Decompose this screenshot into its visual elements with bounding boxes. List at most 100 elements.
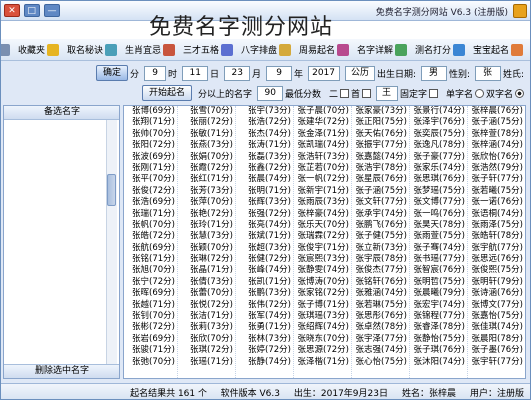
name-result-item[interactable]: 张瑞(71分) [123, 209, 177, 220]
name-result-item[interactable]: 张倩(73分) [178, 277, 235, 288]
name-result-item[interactable]: 张晨曦(79分) [410, 288, 467, 299]
name-result-item[interactable]: 张星辰(76分) [352, 174, 409, 185]
name-result-item[interactable]: 张宇泽(77分) [352, 334, 409, 345]
minute-select[interactable]: 9 [143, 65, 166, 81]
name-result-item[interactable]: 张伟(72分) [236, 300, 293, 311]
year-select[interactable]: 2017 [307, 65, 340, 81]
name-result-item[interactable]: 张宇轩(77分) [468, 357, 525, 368]
name-result-item[interactable]: 张健(72分) [236, 254, 293, 265]
name-result-item[interactable]: 张瑞霖(72分) [294, 231, 351, 242]
name-result-item[interactable]: 张卓然(78分) [352, 322, 409, 333]
name-result-item[interactable]: 张斌(71分) [236, 231, 293, 242]
month-select[interactable]: 9 [265, 65, 292, 81]
name-result-item[interactable]: 张磊(73分) [236, 152, 293, 163]
name-result-item[interactable]: 张乐天(70分) [294, 220, 351, 231]
name-result-item[interactable]: 张艳(72分) [178, 209, 235, 220]
name-result-item[interactable]: 张鹏飞(76分) [352, 220, 409, 231]
name-result-item[interactable]: 张雅涵(74分) [352, 288, 409, 299]
name-result-item[interactable]: 张浩轩(73分) [294, 152, 351, 163]
name-result-item[interactable]: 张俊杰(77分) [352, 265, 409, 276]
fixed-char-input[interactable]: 王 [375, 85, 398, 101]
calendar-type-select[interactable]: 公历 [344, 65, 375, 81]
name-result-item[interactable]: 张子涵(75分) [352, 186, 409, 197]
name-result-item[interactable]: 张金泽(71分) [294, 129, 351, 140]
name-result-item[interactable]: 张梓豪(74分) [294, 209, 351, 220]
name-result-item[interactable]: 张欣(70分) [178, 334, 235, 345]
name-result-item[interactable]: 张皓轩(78分) [468, 231, 525, 242]
name-result-item[interactable]: 张梓萱(78分) [468, 129, 525, 140]
name-result-item[interactable]: 张一帆(72分) [294, 174, 351, 185]
fixed-char-checkbox[interactable] [428, 88, 438, 98]
name-result-item[interactable]: 张立新(73分) [352, 243, 409, 254]
name-result-item[interactable]: 张一鸣(76分) [410, 209, 467, 220]
name-result-item[interactable]: 张帆(70分) [123, 220, 177, 231]
name-result-item[interactable]: 张心怡(75分) [352, 357, 409, 368]
name-result-item[interactable]: 张雨萱(75分) [410, 231, 467, 242]
name-result-item[interactable]: 张家铭(72分) [294, 288, 351, 299]
toolbar-button-9[interactable]: 在线帮助 [0, 41, 13, 59]
name-result-item[interactable]: 张静雯(74分) [294, 265, 351, 276]
name-result-item[interactable]: 张绍辉(74分) [294, 322, 351, 333]
name-result-item[interactable]: 张浩(72分) [236, 117, 293, 128]
name-result-item[interactable]: 张诗涵(76分) [468, 288, 525, 299]
name-result-item[interactable]: 张博文(77分) [468, 300, 525, 311]
name-result-item[interactable]: 张天佑(76分) [352, 129, 409, 140]
name-result-item[interactable]: 张凯(71分) [236, 277, 293, 288]
name-result-item[interactable]: 张辉(73分) [236, 197, 293, 208]
name-result-item[interactable]: 张彬(72分) [123, 322, 177, 333]
name-result-item[interactable]: 张家豪(73分) [352, 106, 409, 117]
name-result-item[interactable]: 张超(73分) [236, 243, 293, 254]
name-result-item[interactable]: 张悦(72分) [178, 300, 235, 311]
name-result-item[interactable]: 张博(69分) [123, 106, 177, 117]
name-result-item[interactable]: 张泽宇(76分) [410, 117, 467, 128]
name-result-item[interactable]: 张雨泽(75分) [468, 220, 525, 231]
toolbar-button-3[interactable]: 周易起名 [296, 41, 352, 59]
name-result-item[interactable]: 张芳(73分) [178, 186, 235, 197]
name-result-item[interactable]: 张洁(71分) [178, 311, 235, 322]
name-result-item[interactable]: 张钊(70分) [123, 311, 177, 322]
name-result-item[interactable]: 张琪瑶(73分) [294, 311, 351, 322]
name-result-item[interactable]: 张玲(71分) [178, 220, 235, 231]
name-result-item[interactable]: 张语桐(74分) [468, 209, 525, 220]
name-result-item[interactable]: 张晶(71分) [178, 265, 235, 276]
name-result-item[interactable]: 张平(70分) [123, 174, 177, 185]
name-result-item[interactable]: 张旭(70分) [123, 265, 177, 276]
name-result-item[interactable]: 张子晨(70分) [294, 106, 351, 117]
position-second-checkbox[interactable] [339, 88, 349, 98]
name-result-item[interactable]: 张林(73分) [236, 334, 293, 345]
name-result-item[interactable]: 张琳(72分) [178, 254, 235, 265]
toolbar-button-6[interactable]: 生肖宜忌 [122, 41, 178, 59]
name-result-item[interactable]: 张俊熙(75分) [468, 265, 525, 276]
name-result-item[interactable]: 张若曦(75分) [468, 186, 525, 197]
surname-input[interactable]: 张 [474, 65, 501, 81]
name-result-item[interactable]: 张欣怡(76分) [468, 152, 525, 163]
name-result-item[interactable]: 张佳琪(74分) [468, 322, 525, 333]
name-result-item[interactable]: 张军(74分) [236, 311, 293, 322]
name-result-item[interactable]: 张弛(70分) [123, 357, 177, 368]
name-result-item[interactable]: 张铭轩(76分) [352, 277, 409, 288]
name-result-item[interactable]: 张子墨(76分) [468, 345, 525, 356]
name-result-item[interactable]: 张勇(71分) [236, 322, 293, 333]
name-result-item[interactable]: 张鹏(73分) [236, 288, 293, 299]
scroll-thumb[interactable] [107, 174, 116, 206]
name-result-item[interactable]: 张宇(73分) [236, 106, 293, 117]
name-result-item[interactable]: 张景行(74分) [410, 106, 467, 117]
name-result-item[interactable]: 张宇辰(78分) [352, 254, 409, 265]
name-result-item[interactable]: 张娟(70分) [178, 152, 235, 163]
name-result-item[interactable]: 张雨辰(73分) [294, 197, 351, 208]
name-result-item[interactable]: 张琪(72分) [178, 345, 235, 356]
name-result-item[interactable]: 张承宇(74分) [352, 209, 409, 220]
name-result-item[interactable]: 张子轩(77分) [468, 174, 525, 185]
close-button[interactable]: ✕ [4, 4, 20, 17]
name-result-item[interactable]: 张博涛(70分) [294, 277, 351, 288]
minimize-button[interactable]: — [44, 4, 60, 17]
name-result-item[interactable]: 张若琳(75分) [352, 300, 409, 311]
toolbar-button-5[interactable]: 三才五格 [180, 41, 236, 59]
name-result-item[interactable]: 张书瑶(77分) [410, 254, 467, 265]
name-result-item[interactable]: 张霞(72分) [178, 163, 235, 174]
name-result-item[interactable]: 张翔(71分) [123, 117, 177, 128]
name-result-item[interactable]: 张杰(74分) [236, 129, 293, 140]
name-result-item[interactable]: 张睿泽(78分) [410, 322, 467, 333]
name-result-item[interactable]: 张思琪(76分) [410, 174, 467, 185]
hour-select[interactable]: 11 [181, 65, 208, 81]
